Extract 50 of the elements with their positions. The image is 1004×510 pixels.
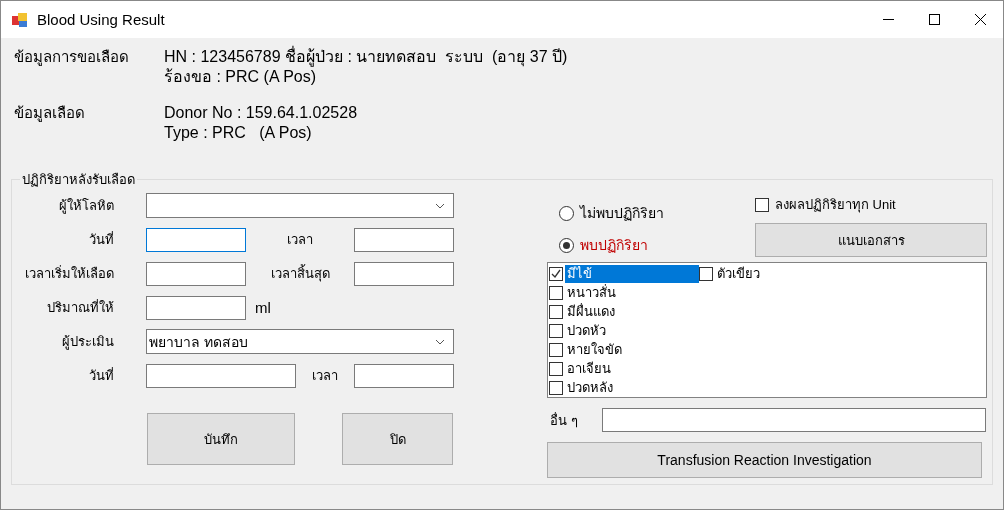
info-text: ร้องขอ : PRC (A Pos) [164,67,318,87]
unit-label: ml [255,299,271,316]
checkbox[interactable]: ลงผลปฏิกิริยาทุก Unit [755,194,987,215]
info-text: Donor No : 159.64.1.02528 [164,103,358,123]
field-label: อื่น ๆ [549,411,579,430]
window-title: Blood Using Result [37,11,166,28]
input-field[interactable] [146,295,246,320]
field-label: เวลาเริ่มให้เลือด [24,264,114,283]
field-label: ผู้ให้โลหิต [58,197,114,216]
group-title: ปฏิกิริยาหลังรับเลือด [21,171,136,189]
maximize-icon [928,14,940,25]
info-text: HN : 123456789 ชื่อผู้ป่วย : นายทดสอบ ระบบ (อายุ 37 ปี) [164,47,568,67]
chevron-down-icon [435,202,445,209]
field-label: วันที่ [88,230,114,249]
app-icon [11,10,29,29]
input-field[interactable] [146,363,296,388]
field-label: วันที่ [88,366,114,385]
field-label: เวลา [286,231,314,249]
input-field[interactable] [354,363,454,388]
input-field[interactable] [146,261,246,286]
input-field[interactable] [354,227,454,252]
radio-option[interactable]: พบปฏิกิริยา [559,234,664,256]
close-form-button[interactable]: ปิด [342,413,453,465]
dropdown-field[interactable] [146,193,454,218]
info-label: ข้อมูลการขอเลือด [14,47,130,68]
dropdown-field[interactable]: พยาบาล ทดสอบ [146,329,454,354]
checklist-item[interactable]: ปวดหัว [549,321,699,340]
info-text: Type : PRC (A Pos) [164,123,313,143]
checklist-item[interactable]: หายใจขัด [549,340,699,359]
input-field[interactable] [146,227,246,252]
checklist-item[interactable]: อาเจียน [549,359,699,378]
chevron-down-icon [435,338,445,345]
input-field[interactable] [602,408,986,432]
attach-button[interactable]: แนบเอกสาร [755,223,987,257]
info-label: ข้อมูลเลือด [14,103,86,124]
minimize-icon [882,19,894,20]
input-field[interactable] [354,261,454,286]
checklist-item[interactable]: มีผื่นแดง [549,302,699,321]
close-icon [974,14,986,25]
field-label: ผู้ประเมิน [61,333,114,352]
checkmark-icon [550,267,562,280]
checklist-item[interactable]: ปวดหลัง [549,378,699,397]
field-label: เวลา [311,367,339,385]
checklist-item[interactable]: หนาวสั่น [549,283,699,302]
field-label: เวลาสิ้นสุด [269,263,331,284]
save-button[interactable]: บันทึก [147,413,295,465]
field-label: ปริมาณที่ให้ [46,298,114,317]
checklist-item[interactable]: ตัวเขียว [699,264,849,283]
investigation-button[interactable]: Transfusion Reaction Investigation [547,442,982,478]
radio-option[interactable]: ไม่พบปฏิกิริยา [559,202,664,224]
